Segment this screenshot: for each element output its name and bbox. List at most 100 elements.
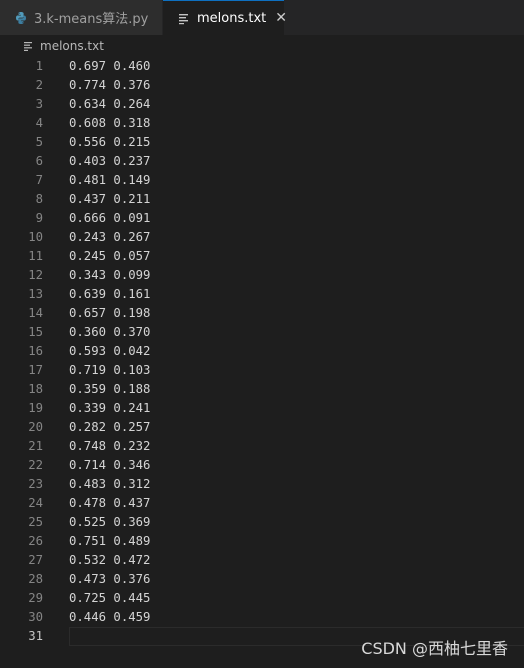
- editor-line[interactable]: 20 0.282 0.257: [0, 418, 524, 437]
- line-text: 0.697 0.460: [69, 59, 151, 73]
- editor-line[interactable]: 5 0.556 0.215: [0, 133, 524, 152]
- line-text: 0.532 0.472: [69, 553, 151, 567]
- editor-line[interactable]: 17 0.719 0.103: [0, 361, 524, 380]
- tab-label: 3.k-means算法.py: [34, 12, 149, 27]
- line-text: 0.446 0.459: [69, 610, 151, 624]
- line-number: 9: [35, 211, 43, 225]
- line-text: 0.359 0.188: [69, 382, 151, 396]
- tab-label: melons.txt: [197, 10, 267, 26]
- editor-line[interactable]: 7 0.481 0.149: [0, 171, 524, 190]
- line-number: 8: [35, 192, 43, 206]
- editor-line[interactable]: 10 0.243 0.267: [0, 228, 524, 247]
- editor-line[interactable]: 4 0.608 0.318: [0, 114, 524, 133]
- line-text: 0.243 0.267: [69, 230, 151, 244]
- editor-line[interactable]: 30 0.446 0.459: [0, 608, 524, 627]
- line-number: 5: [35, 135, 43, 149]
- editor-line[interactable]: 9 0.666 0.091: [0, 209, 524, 228]
- editor-line[interactable]: 29 0.725 0.445: [0, 589, 524, 608]
- line-number: 21: [28, 439, 43, 453]
- line-text: 0.483 0.312: [69, 477, 151, 491]
- line-text: 0.339 0.241: [69, 401, 151, 415]
- line-number: 24: [28, 496, 43, 510]
- editor-line[interactable]: 26 0.751 0.489: [0, 532, 524, 551]
- watermark: CSDN @西柚七里香: [361, 639, 508, 658]
- line-text: 0.525 0.369: [69, 515, 151, 529]
- close-icon[interactable]: ✕: [275, 11, 287, 25]
- line-text: 0.725 0.445: [69, 591, 151, 605]
- editor-line[interactable]: 21 0.748 0.232: [0, 437, 524, 456]
- breadcrumb: melons.txt: [0, 35, 524, 57]
- line-text: 0.473 0.376: [69, 572, 151, 586]
- line-text: 0.481 0.149: [69, 173, 151, 187]
- editor-line[interactable]: 13 0.639 0.161: [0, 285, 524, 304]
- line-number: 22: [28, 458, 43, 472]
- line-text: 0.478 0.437: [69, 496, 151, 510]
- editor-line[interactable]: 6 0.403 0.237: [0, 152, 524, 171]
- line-number: 18: [28, 382, 43, 396]
- editor-line[interactable]: 14 0.657 0.198: [0, 304, 524, 323]
- line-text: 0.774 0.376: [69, 78, 151, 92]
- line-number: 19: [28, 401, 43, 415]
- editor-line[interactable]: 3 0.634 0.264: [0, 95, 524, 114]
- line-text: 0.403 0.237: [69, 154, 151, 168]
- line-number: 16: [28, 344, 43, 358]
- line-text: 0.751 0.489: [69, 534, 151, 548]
- editor-line[interactable]: 12 0.343 0.099: [0, 266, 524, 285]
- editor-line[interactable]: 24 0.478 0.437: [0, 494, 524, 513]
- line-number: 29: [28, 591, 43, 605]
- editor-line[interactable]: 18 0.359 0.188: [0, 380, 524, 399]
- line-number: 27: [28, 553, 43, 567]
- line-text: 0.748 0.232: [69, 439, 151, 453]
- editor-line[interactable]: 22 0.714 0.346: [0, 456, 524, 475]
- line-text: 0.360 0.370: [69, 325, 151, 339]
- editor-line[interactable]: 15 0.360 0.370: [0, 323, 524, 342]
- editor-line[interactable]: 11 0.245 0.057: [0, 247, 524, 266]
- line-text: 0.657 0.198: [69, 306, 151, 320]
- editor-line[interactable]: 28 0.473 0.376: [0, 570, 524, 589]
- line-number: 10: [28, 230, 43, 244]
- text-file-icon: [23, 40, 35, 52]
- line-number: 25: [28, 515, 43, 529]
- editor-line[interactable]: 16 0.593 0.042: [0, 342, 524, 361]
- line-text: 0.593 0.042: [69, 344, 151, 358]
- line-number: 14: [28, 306, 43, 320]
- editor-line[interactable]: 23 0.483 0.312: [0, 475, 524, 494]
- line-number: 28: [28, 572, 43, 586]
- line-text: 0.608 0.318: [69, 116, 151, 130]
- line-number: 17: [28, 363, 43, 377]
- line-text: 0.282 0.257: [69, 420, 151, 434]
- line-text: 0.639 0.161: [69, 287, 151, 301]
- text-file-icon: [177, 11, 191, 25]
- line-number: 7: [35, 173, 43, 187]
- line-text: 0.634 0.264: [69, 97, 151, 111]
- line-number: 3: [35, 97, 43, 111]
- line-number: 31: [28, 629, 43, 643]
- line-number: 1: [35, 59, 43, 73]
- editor-line[interactable]: 2 0.774 0.376: [0, 76, 524, 95]
- line-number: 23: [28, 477, 43, 491]
- line-text: 0.666 0.091: [69, 211, 151, 225]
- tab-kmeans-py[interactable]: 3.k-means算法.py: [0, 0, 163, 35]
- line-text: 0.719 0.103: [69, 363, 151, 377]
- line-text: 0.245 0.057: [69, 249, 151, 263]
- line-text: 0.343 0.099: [69, 268, 151, 282]
- tab-bar: 3.k-means算法.py melons.txt ✕: [0, 0, 524, 35]
- line-number: 6: [35, 154, 43, 168]
- editor-line[interactable]: 27 0.532 0.472: [0, 551, 524, 570]
- line-number: 4: [35, 116, 43, 130]
- line-number: 26: [28, 534, 43, 548]
- line-number: 13: [28, 287, 43, 301]
- editor-line[interactable]: 1 0.697 0.460: [0, 57, 524, 76]
- editor-line[interactable]: 19 0.339 0.241: [0, 399, 524, 418]
- line-number: 15: [28, 325, 43, 339]
- breadcrumb-item[interactable]: melons.txt: [40, 39, 104, 53]
- line-number: 11: [28, 249, 43, 263]
- text-editor[interactable]: 1 0.697 0.460 2 0.774 0.376 3 0.634 0.264 4 0.6…: [0, 57, 524, 668]
- line-number: 2: [35, 78, 43, 92]
- line-text: 0.556 0.215: [69, 135, 151, 149]
- line-number: 20: [28, 420, 43, 434]
- editor-line[interactable]: 8 0.437 0.211: [0, 190, 524, 209]
- line-text: 0.437 0.211: [69, 192, 151, 206]
- editor-line[interactable]: 25 0.525 0.369: [0, 513, 524, 532]
- tab-melons-txt[interactable]: melons.txt ✕: [163, 0, 287, 35]
